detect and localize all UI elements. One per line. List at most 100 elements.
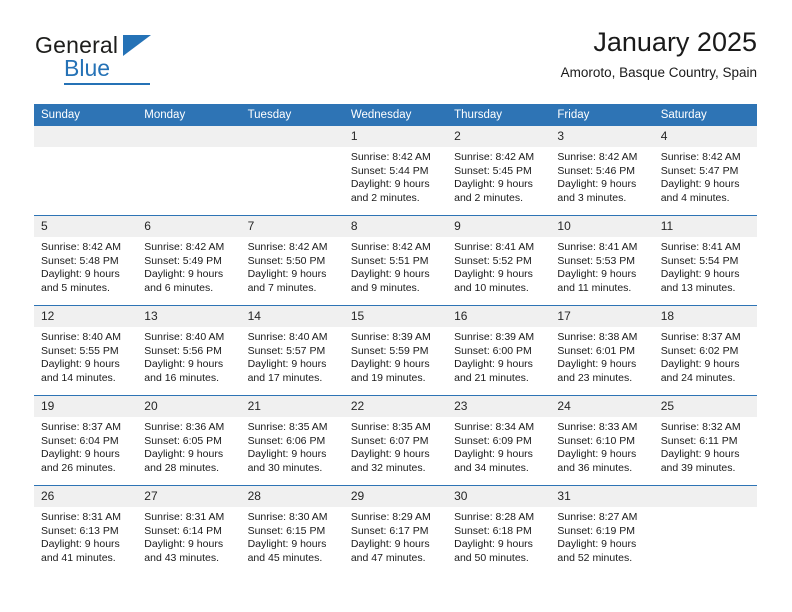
- day-sun-info: Sunrise: 8:42 AM Sunset: 5:48 PM Daylight:…: [34, 237, 137, 295]
- calendar-day-cell[interactable]: 17 Sunrise: 8:38 AM Sunset: 6:01 PM Dayligh…: [550, 305, 654, 396]
- calendar-day-cell[interactable]: 24 Sunrise: 8:33 AM Sunset: 6:10 PM Dayligh…: [550, 395, 654, 486]
- day-daylight-line1-text: Daylight: 9 hours: [660, 358, 740, 371]
- calendar-week-row: 1 Sunrise: 8:42 AM Sunset: 5:44 PM Daylight…: [34, 126, 757, 216]
- calendar-day-cell[interactable]: [653, 485, 757, 575]
- day-sunrise-text: Sunrise: 8:35 AM: [247, 421, 328, 433]
- day-daylight-line2-text: and 21 minutes.: [454, 371, 529, 384]
- calendar-day-cell[interactable]: 30 Sunrise: 8:28 AM Sunset: 6:18 PM Dayligh…: [447, 485, 551, 575]
- day-sun-info: Sunrise: 8:37 AM Sunset: 6:04 PM Daylight:…: [34, 417, 137, 475]
- day-daylight-line1-text: Daylight: 9 hours: [350, 538, 430, 551]
- day-number: 22: [343, 396, 448, 417]
- day-number: 21: [240, 396, 344, 417]
- calendar-day-cell[interactable]: 12 Sunrise: 8:40 AM Sunset: 5:55 PM Dayligh…: [34, 305, 138, 396]
- day-sun-info: Sunrise: 8:34 AM Sunset: 6:09 PM Daylight:…: [447, 417, 550, 475]
- day-sunrise-text: Sunrise: 8:39 AM: [350, 331, 431, 343]
- calendar-day-cell[interactable]: 10 Sunrise: 8:41 AM Sunset: 5:53 PM Dayligh…: [550, 215, 654, 306]
- day-number: 4: [653, 126, 757, 147]
- calendar-day-cell[interactable]: 8 Sunrise: 8:42 AM Sunset: 5:51 PM Daylight…: [343, 215, 448, 306]
- day-daylight-line2-text: and 50 minutes.: [454, 551, 529, 564]
- day-sun-info: Sunrise: 8:42 AM Sunset: 5:47 PM Daylight:…: [654, 147, 757, 205]
- day-daylight-line1-text: Daylight: 9 hours: [41, 268, 120, 281]
- calendar-day-cell[interactable]: 11 Sunrise: 8:41 AM Sunset: 5:54 PM Dayligh…: [653, 215, 757, 306]
- day-sun-info: Sunrise: 8:40 AM Sunset: 5:55 PM Daylight:…: [34, 327, 137, 385]
- calendar-day-cell[interactable]: 19 Sunrise: 8:37 AM Sunset: 6:04 PM Dayligh…: [34, 395, 138, 486]
- day-sun-info: Sunrise: 8:41 AM Sunset: 5:54 PM Daylight:…: [654, 237, 757, 295]
- calendar-day-cell[interactable]: [137, 126, 241, 216]
- day-sunrise-text: Sunrise: 8:40 AM: [247, 331, 328, 343]
- calendar-day-cell[interactable]: 26 Sunrise: 8:31 AM Sunset: 6:13 PM Dayligh…: [34, 485, 138, 575]
- day-number: [653, 486, 757, 507]
- day-daylight-line1-text: Daylight: 9 hours: [660, 268, 740, 281]
- day-daylight-line1-text: Daylight: 9 hours: [660, 178, 740, 191]
- calendar-day-cell[interactable]: [34, 126, 138, 216]
- calendar-day-cell[interactable]: 27 Sunrise: 8:31 AM Sunset: 6:14 PM Dayligh…: [137, 485, 241, 575]
- calendar-day-cell[interactable]: 16 Sunrise: 8:39 AM Sunset: 6:00 PM Dayligh…: [447, 305, 551, 396]
- day-daylight-line2-text: and 24 minutes.: [660, 371, 736, 384]
- day-sunrise-text: Sunrise: 8:39 AM: [454, 331, 535, 343]
- page-title: January 2025: [593, 27, 757, 57]
- calendar-day-cell[interactable]: 1 Sunrise: 8:42 AM Sunset: 5:44 PM Daylight…: [343, 126, 448, 216]
- day-sunrise-text: Sunrise: 8:28 AM: [454, 511, 535, 523]
- day-daylight-line2-text: and 23 minutes.: [557, 371, 633, 384]
- day-sunset-text: Sunset: 5:55 PM: [41, 344, 119, 357]
- calendar-week-row: 19 Sunrise: 8:37 AM Sunset: 6:04 PM Dayligh…: [34, 395, 757, 486]
- calendar-day-cell[interactable]: 6 Sunrise: 8:42 AM Sunset: 5:49 PM Daylight…: [137, 215, 241, 306]
- day-sunrise-text: Sunrise: 8:31 AM: [41, 511, 121, 523]
- calendar-day-cell[interactable]: 29 Sunrise: 8:29 AM Sunset: 6:17 PM Dayligh…: [343, 485, 448, 575]
- day-sun-info: Sunrise: 8:30 AM Sunset: 6:15 PM Daylight:…: [241, 507, 344, 565]
- day-daylight-line2-text: and 28 minutes.: [144, 461, 219, 474]
- day-sunrise-text: Sunrise: 8:35 AM: [350, 421, 431, 433]
- day-daylight-line2-text: and 17 minutes.: [247, 371, 323, 384]
- day-sunrise-text: Sunrise: 8:37 AM: [41, 421, 121, 433]
- day-daylight-line2-text: and 13 minutes.: [660, 281, 736, 294]
- calendar-day-cell[interactable]: 7 Sunrise: 8:42 AM Sunset: 5:50 PM Daylight…: [240, 215, 344, 306]
- calendar-day-cell[interactable]: 5 Sunrise: 8:42 AM Sunset: 5:48 PM Daylight…: [34, 215, 138, 306]
- day-daylight-line2-text: and 11 minutes.: [557, 281, 632, 294]
- day-daylight-line1-text: Daylight: 9 hours: [350, 268, 430, 281]
- calendar-day-cell[interactable]: 21 Sunrise: 8:35 AM Sunset: 6:06 PM Dayligh…: [240, 395, 344, 486]
- day-sunset-text: Sunset: 6:10 PM: [557, 434, 636, 447]
- calendar-day-cell[interactable]: 22 Sunrise: 8:35 AM Sunset: 6:07 PM Dayligh…: [343, 395, 448, 486]
- day-sun-info: Sunrise: 8:32 AM Sunset: 6:11 PM Daylight:…: [654, 417, 757, 475]
- calendar-day-cell[interactable]: 28 Sunrise: 8:30 AM Sunset: 6:15 PM Dayligh…: [240, 485, 344, 575]
- brand-name-secondary: Blue: [64, 55, 111, 81]
- triangle-icon: [123, 35, 151, 56]
- calendar-day-cell[interactable]: 9 Sunrise: 8:41 AM Sunset: 5:52 PM Daylight…: [447, 215, 551, 306]
- day-number: 15: [343, 306, 448, 327]
- day-sunrise-text: Sunrise: 8:31 AM: [144, 511, 225, 523]
- day-sun-info: Sunrise: 8:31 AM Sunset: 6:14 PM Daylight:…: [137, 507, 240, 565]
- day-number: 5: [34, 216, 138, 237]
- day-sun-info: Sunrise: 8:42 AM Sunset: 5:50 PM Daylight:…: [241, 237, 344, 295]
- day-daylight-line1-text: Daylight: 9 hours: [557, 358, 637, 371]
- day-number: [34, 126, 138, 147]
- day-sunset-text: Sunset: 5:52 PM: [454, 254, 532, 267]
- calendar-day-cell[interactable]: [240, 126, 344, 216]
- day-daylight-line2-text: and 14 minutes.: [41, 371, 116, 384]
- day-sun-info: Sunrise: 8:42 AM Sunset: 5:46 PM Daylight:…: [550, 147, 653, 205]
- calendar-day-cell[interactable]: 18 Sunrise: 8:37 AM Sunset: 6:02 PM Dayligh…: [653, 305, 757, 396]
- day-number: 14: [240, 306, 344, 327]
- day-sunrise-text: Sunrise: 8:42 AM: [247, 241, 328, 253]
- day-sun-info: Sunrise: 8:41 AM Sunset: 5:53 PM Daylight:…: [550, 237, 653, 295]
- calendar-day-cell[interactable]: 2 Sunrise: 8:42 AM Sunset: 5:45 PM Daylight…: [447, 126, 551, 216]
- day-number: 18: [653, 306, 757, 327]
- day-sunset-text: Sunset: 6:14 PM: [144, 524, 222, 537]
- calendar-day-cell[interactable]: 4 Sunrise: 8:42 AM Sunset: 5:47 PM Daylight…: [653, 126, 757, 216]
- day-sunrise-text: Sunrise: 8:34 AM: [454, 421, 535, 433]
- day-daylight-line1-text: Daylight: 9 hours: [144, 268, 224, 281]
- day-daylight-line2-text: and 47 minutes.: [350, 551, 426, 564]
- day-sunset-text: Sunset: 6:04 PM: [41, 434, 119, 447]
- calendar-day-cell[interactable]: 20 Sunrise: 8:36 AM Sunset: 6:05 PM Dayligh…: [137, 395, 241, 486]
- calendar-day-cell[interactable]: 23 Sunrise: 8:34 AM Sunset: 6:09 PM Dayligh…: [447, 395, 551, 486]
- calendar-day-cell[interactable]: 25 Sunrise: 8:32 AM Sunset: 6:11 PM Dayligh…: [653, 395, 757, 486]
- day-number: 1: [343, 126, 448, 147]
- calendar-day-cell[interactable]: 14 Sunrise: 8:40 AM Sunset: 5:57 PM Dayligh…: [240, 305, 344, 396]
- day-number: 8: [343, 216, 448, 237]
- calendar-day-cell[interactable]: 15 Sunrise: 8:39 AM Sunset: 5:59 PM Dayligh…: [343, 305, 448, 396]
- calendar-day-cell[interactable]: 13 Sunrise: 8:40 AM Sunset: 5:56 PM Dayligh…: [137, 305, 241, 396]
- day-sunset-text: Sunset: 6:17 PM: [350, 524, 429, 537]
- calendar-day-cell[interactable]: 3 Sunrise: 8:42 AM Sunset: 5:46 PM Daylight…: [550, 126, 654, 216]
- calendar-day-cell[interactable]: 31 Sunrise: 8:27 AM Sunset: 6:19 PM Dayligh…: [550, 485, 654, 575]
- brand-logo[interactable]: General Blue: [35, 32, 235, 88]
- day-number: 25: [653, 396, 757, 417]
